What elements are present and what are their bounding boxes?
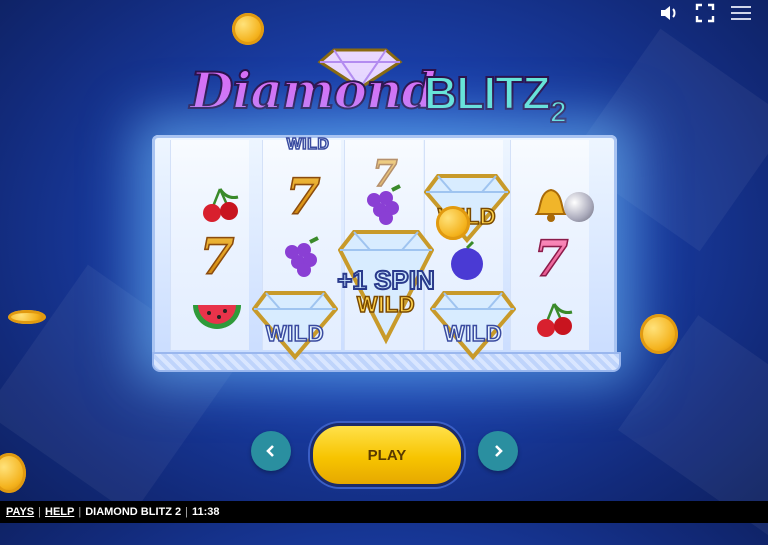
- hamburger-menu-icon[interactable]: [730, 2, 752, 24]
- wild-label-top: WILD: [286, 135, 330, 154]
- logo-word-diamond: Diamond: [189, 61, 437, 120]
- bonus-spin-label: +1 SPIN: [336, 264, 436, 296]
- game-name: DIAMOND BLITZ 2: [85, 506, 182, 518]
- game-logo: Diamond BLITZ 2: [188, 44, 588, 136]
- wild-diamond-symbol: WILD: [429, 287, 517, 361]
- fullscreen-icon[interactable]: [694, 2, 716, 24]
- top-controls: [658, 0, 768, 26]
- cherry-icon: [522, 290, 592, 350]
- footer-bar: PAYS | HELP | DIAMOND BLITZ 2 | 11:38: [0, 501, 768, 523]
- coin-icon: [232, 13, 264, 45]
- wild-label: WILD: [265, 320, 325, 347]
- wild-label: WILD: [443, 320, 503, 347]
- coin-icon: [0, 453, 26, 493]
- logo-number: 2: [549, 95, 568, 130]
- next-bet-button[interactable]: [478, 431, 518, 471]
- footer-separator: |: [185, 506, 189, 518]
- clock: 11:38: [192, 506, 220, 518]
- coin-icon: [640, 314, 678, 354]
- watermelon-icon: [182, 290, 252, 350]
- play-button[interactable]: PLAY: [310, 423, 464, 487]
- footer-separator: |: [38, 506, 41, 518]
- reel-board-base: [152, 352, 621, 372]
- help-link[interactable]: HELP: [45, 506, 74, 518]
- pays-link[interactable]: PAYS: [6, 506, 34, 518]
- seven-symbol: 7: [516, 228, 586, 289]
- seven-symbol: 7: [268, 166, 338, 227]
- seven-symbol: 7: [182, 226, 252, 287]
- chevron-right-icon: [495, 445, 503, 457]
- plum-icon: [432, 232, 502, 292]
- silver-diamond-icon: [564, 192, 594, 222]
- coin-icon: [8, 310, 46, 324]
- speaker-icon[interactable]: [658, 2, 680, 24]
- coin-icon: [436, 206, 470, 240]
- previous-bet-button[interactable]: [251, 431, 291, 471]
- chevron-left-icon: [266, 445, 274, 457]
- logo-word-blitz: BLITZ: [423, 67, 551, 119]
- footer-separator: |: [78, 506, 82, 518]
- wild-diamond-symbol: WILD: [251, 287, 339, 361]
